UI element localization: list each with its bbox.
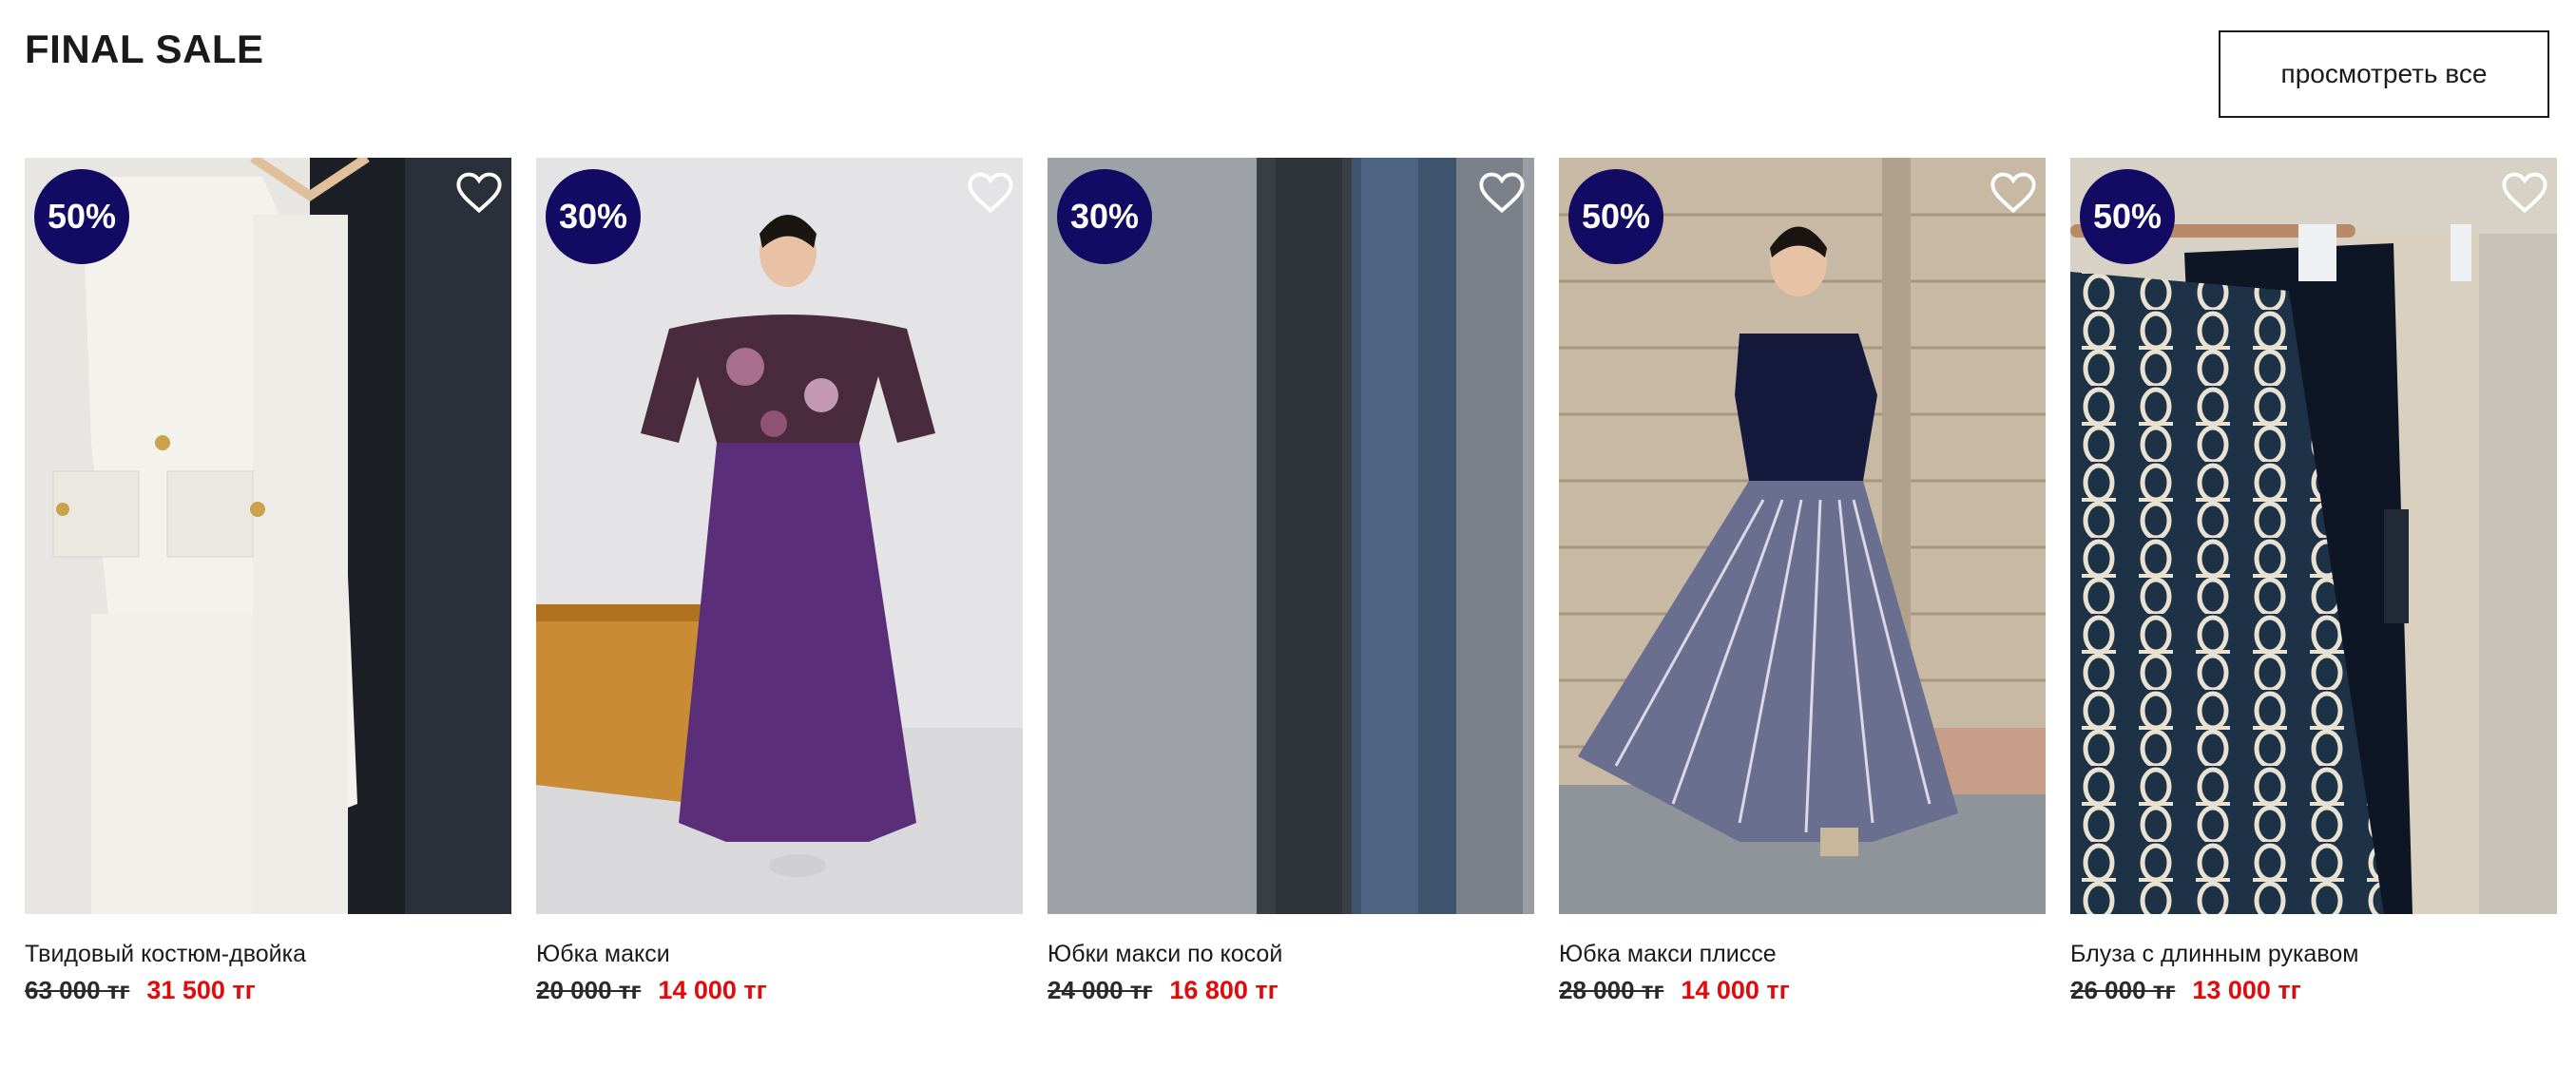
heart-icon[interactable]	[966, 167, 1015, 217]
price-row: 28 000 тг 14 000 тг	[1559, 976, 2046, 1005]
sale-price: 14 000 тг	[1681, 976, 1790, 1004]
discount-badge: 50%	[1568, 169, 1663, 264]
old-price: 20 000 тг	[536, 976, 642, 1004]
price-row: 26 000 тг 13 000 тг	[2070, 976, 2557, 1005]
product-card[interactable]: 50% Юбка макси плиссе 28 000 тг 14 000 т…	[1559, 158, 2046, 1005]
discount-badge: 30%	[1057, 169, 1152, 264]
product-name[interactable]: Юбка макси	[536, 941, 1023, 968]
product-card[interactable]: 30% Юбки макси по косой 24 000 тг 16 800…	[1048, 158, 1534, 1005]
price-row: 24 000 тг 16 800 тг	[1048, 976, 1534, 1005]
heart-icon[interactable]	[2500, 167, 2549, 217]
old-price: 28 000 тг	[1559, 976, 1664, 1004]
sale-price: 14 000 тг	[658, 976, 767, 1004]
product-image[interactable]: 50%	[25, 158, 511, 914]
product-image[interactable]: 30%	[536, 158, 1023, 914]
discount-badge: 50%	[2080, 169, 2175, 264]
heart-icon[interactable]	[1477, 167, 1527, 217]
product-image[interactable]: 50%	[2070, 158, 2557, 914]
section-title: FINAL SALE	[25, 27, 264, 71]
product-image[interactable]: 50%	[1559, 158, 2046, 914]
discount-badge: 50%	[34, 169, 129, 264]
product-name[interactable]: Юбка макси плиссе	[1559, 941, 2046, 968]
product-name[interactable]: Юбки макси по косой	[1048, 941, 1534, 968]
discount-badge: 30%	[546, 169, 641, 264]
heart-icon[interactable]	[1989, 167, 2038, 217]
sale-price: 13 000 тг	[2192, 976, 2301, 1004]
price-row: 63 000 тг 31 500 тг	[25, 976, 511, 1005]
heart-icon[interactable]	[454, 167, 504, 217]
product-name[interactable]: Блуза с длинным рукавом	[2070, 941, 2557, 968]
price-row: 20 000 тг 14 000 тг	[536, 976, 1023, 1005]
product-image[interactable]: 30%	[1048, 158, 1534, 914]
old-price: 63 000 тг	[25, 976, 130, 1004]
sale-price: 31 500 тг	[146, 976, 256, 1004]
product-card[interactable]: 30% Юбка макси 20 000 тг 14 000 тг	[536, 158, 1023, 1005]
old-price: 24 000 тг	[1048, 976, 1153, 1004]
product-card[interactable]: 50% Блуза с длинным рукавом 26 000 тг 13…	[2070, 158, 2557, 1005]
product-card[interactable]: 50% Твидовый костюм-двойка 63 000 тг 31 …	[25, 158, 511, 1005]
product-name[interactable]: Твидовый костюм-двойка	[25, 941, 511, 968]
view-all-button[interactable]: просмотреть все	[2219, 30, 2549, 118]
old-price: 26 000 тг	[2070, 976, 2176, 1004]
product-grid: 50% Твидовый костюм-двойка 63 000 тг 31 …	[25, 158, 2557, 1005]
sale-price: 16 800 тг	[1169, 976, 1278, 1004]
